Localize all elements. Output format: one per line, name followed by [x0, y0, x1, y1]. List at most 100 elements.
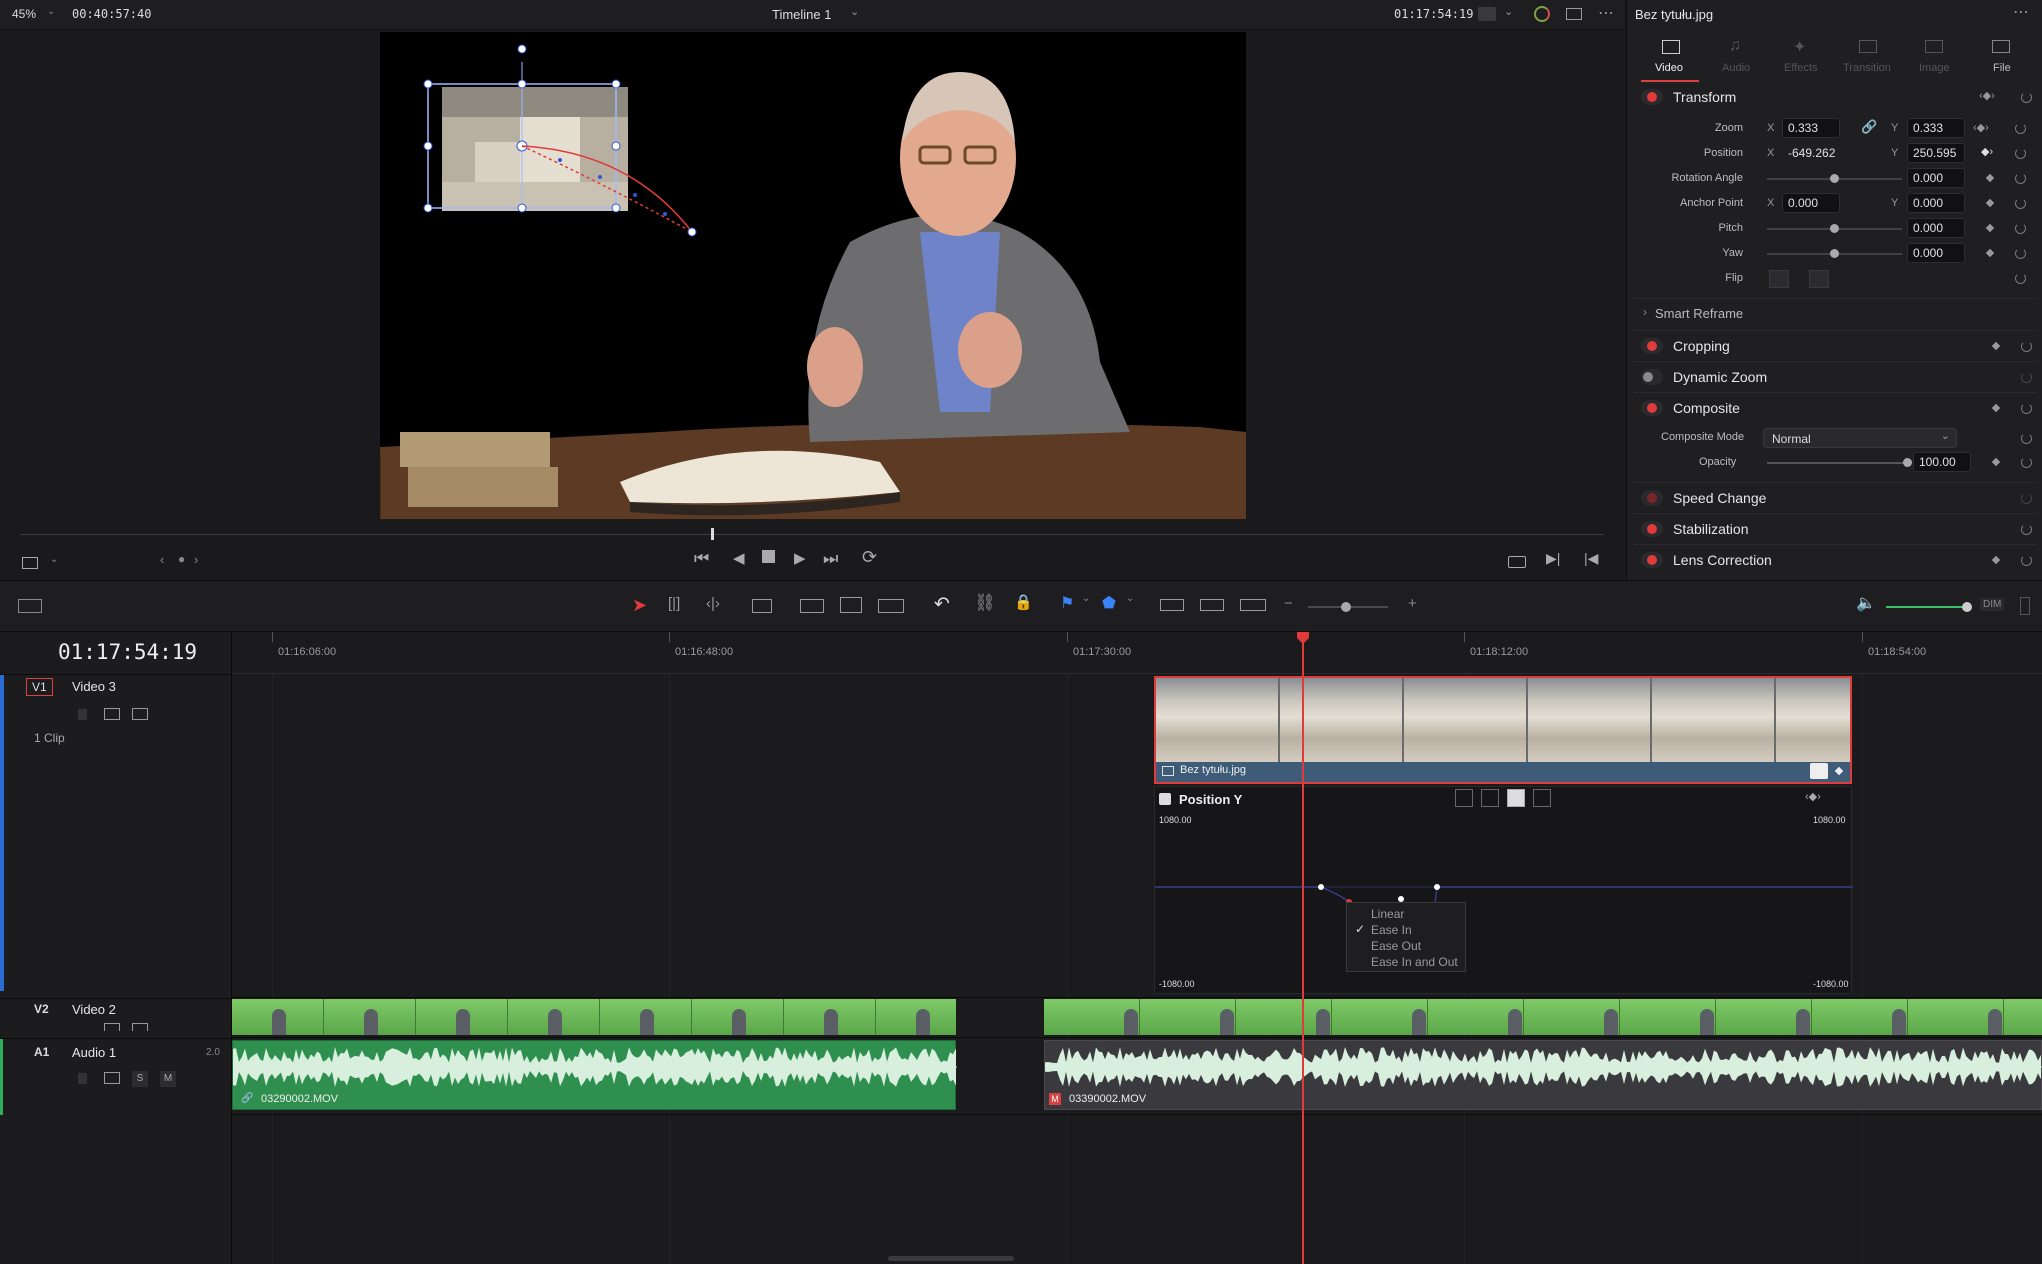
tab-audio[interactable]: ♫ Audio [1707, 36, 1765, 82]
reset-icon[interactable] [2015, 148, 2026, 159]
reset-icon[interactable] [2015, 123, 2026, 134]
match-frame-icon[interactable] [1508, 556, 1526, 568]
menu-item-ease-out[interactable]: Ease Out [1371, 939, 1421, 953]
viewer-playhead[interactable] [711, 528, 714, 540]
menu-item-ease-in-and-out[interactable]: Ease In and Out [1371, 955, 1458, 969]
slider-knob[interactable] [1830, 174, 1839, 183]
next-edit-icon[interactable]: ▶| [1546, 550, 1560, 567]
chevron-down-icon[interactable]: ⌄ [850, 5, 859, 18]
zoom-out-icon[interactable]: − [1284, 595, 1293, 612]
dual-viewer-icon[interactable] [1566, 8, 1582, 20]
video-preview[interactable] [380, 32, 1246, 519]
reset-icon[interactable] [2021, 341, 2032, 352]
zoom-in-icon[interactable]: + [1408, 595, 1417, 612]
track-header-video-3[interactable]: V1 Video 3 1 Clip [0, 674, 232, 1030]
reset-icon[interactable] [2021, 524, 2032, 535]
position-x-field[interactable]: -649.262 [1782, 143, 1840, 163]
slider-knob[interactable] [1341, 602, 1351, 612]
keyframe-diamond-icon[interactable] [1985, 198, 1995, 208]
reset-icon[interactable] [2021, 92, 2032, 103]
blade-tool-icon[interactable] [752, 599, 772, 613]
opacity-slider[interactable] [1767, 462, 1907, 464]
composite-mode-select[interactable]: Normal ⌄ [1763, 428, 1957, 448]
trim-tool-icon[interactable]: [|] [668, 595, 680, 612]
slider-knob[interactable] [1903, 458, 1912, 467]
link-icon[interactable]: 🔗 [1861, 119, 1877, 135]
slider-knob[interactable] [1830, 249, 1839, 258]
chevron-down-icon[interactable]: ⌄ [1504, 5, 1513, 18]
zoom-custom-icon[interactable] [1240, 599, 1266, 611]
reset-icon[interactable] [2015, 248, 2026, 259]
track-tag[interactable]: A1 [34, 1045, 49, 1059]
timeline-ruler[interactable]: 01:16:06:00 01:16:48:00 01:17:30:00 01:1… [232, 632, 2042, 674]
tab-file[interactable]: File [1971, 36, 2029, 82]
color-sync-icon[interactable] [1534, 6, 1550, 22]
chevron-down-icon[interactable]: ⌄ [50, 554, 58, 565]
timeline-area[interactable]: 01:16:06:00 01:16:48:00 01:17:30:00 01:1… [232, 632, 2042, 1264]
slider-knob[interactable] [1962, 602, 1972, 612]
zoom-detail-icon[interactable] [1200, 599, 1224, 611]
video-clip[interactable] [232, 999, 956, 1035]
smart-reframe-section[interactable]: › Smart Reframe [1633, 298, 2037, 328]
chevron-down-icon[interactable]: ⌄ [47, 6, 55, 17]
position-y-field[interactable]: 250.595 [1907, 143, 1965, 163]
viewer-scrub-bar[interactable] [20, 534, 1604, 535]
selection-tool-icon[interactable]: ➤ [632, 595, 647, 616]
more-options-icon[interactable]: ⋯ [1598, 3, 1614, 23]
more-options-icon[interactable]: ⋯ [2013, 2, 2029, 22]
chevron-down-icon[interactable]: ⌄ [1126, 593, 1134, 604]
reset-icon[interactable] [2021, 555, 2032, 566]
reset-icon[interactable] [2015, 173, 2026, 184]
opacity-field[interactable]: 100.00 [1913, 452, 1971, 472]
keyframe-toggle-icon[interactable] [1834, 766, 1844, 776]
lens-correction-section[interactable]: Lens Correction [1633, 544, 2037, 574]
video-clip[interactable] [1044, 999, 2042, 1035]
overwrite-clip-icon[interactable] [840, 597, 862, 613]
auto-track-select-icon[interactable] [104, 1023, 120, 1031]
disable-video-track-icon[interactable] [132, 1023, 148, 1031]
prev-edit-icon[interactable]: |◀ [1584, 550, 1598, 567]
tab-video[interactable]: Video [1641, 36, 1699, 82]
tab-effects[interactable]: ✦ Effects [1771, 36, 1829, 82]
dynamic-zoom-section[interactable]: Dynamic Zoom [1633, 361, 2037, 391]
speed-change-section[interactable]: Speed Change [1633, 482, 2037, 512]
anchor-x-field[interactable]: 0.000 [1782, 193, 1840, 213]
play-reverse-icon[interactable]: ◀ [733, 549, 745, 567]
loop-icon[interactable]: ⟳ [862, 547, 877, 568]
chevron-down-icon[interactable]: ⌄ [1082, 593, 1090, 604]
curve-graph[interactable] [1155, 787, 1853, 995]
pitch-field[interactable]: 0.000 [1907, 218, 1965, 238]
position-lock-icon[interactable]: 🔒 [1014, 593, 1033, 611]
menu-item-linear[interactable]: Linear [1371, 907, 1404, 921]
keyframe-diamond-icon[interactable]: ◆› [1981, 145, 1993, 158]
track-header-audio-1[interactable]: A1 Audio 1 2.0 S M [0, 1038, 232, 1115]
track-name[interactable]: Video 3 [72, 679, 116, 694]
go-to-start-icon[interactable]: ⏮ [694, 549, 709, 569]
snapping-icon[interactable]: ↶ [934, 593, 950, 616]
keyframe-diamond-icon[interactable] [1991, 555, 2001, 565]
chevron-right-icon[interactable]: › [1643, 305, 1647, 319]
cropping-section[interactable]: Cropping [1633, 330, 2037, 360]
speaker-icon[interactable]: 🔈 [1856, 593, 1876, 613]
image-clip[interactable]: Bez tytułu.jpg [1154, 676, 1852, 784]
reset-icon[interactable] [2015, 198, 2026, 209]
transform-overlay-icon[interactable] [22, 557, 38, 569]
zoom-x-field[interactable]: 0.333 [1782, 118, 1840, 138]
dynamic-trim-icon[interactable]: ‹|› [706, 595, 720, 612]
lock-track-icon[interactable] [78, 1073, 87, 1084]
mute-button[interactable]: M [160, 1071, 176, 1087]
audio-meter-icon[interactable] [2020, 597, 2030, 615]
timeline-scrollbar[interactable] [888, 1256, 1014, 1261]
track-destination-tag[interactable]: V1 [26, 678, 53, 696]
keyframe-diamond-icon[interactable] [1991, 403, 2001, 413]
stop-icon[interactable] [762, 550, 775, 563]
output-monitor-icon[interactable] [1478, 7, 1496, 21]
reset-icon[interactable] [2021, 403, 2032, 414]
flag-icon[interactable]: ⚑ [1060, 593, 1074, 613]
next-clip-icon[interactable]: › [194, 552, 198, 567]
marker-icon[interactable]: ⬟ [1102, 593, 1116, 613]
replace-clip-icon[interactable] [878, 599, 904, 613]
slider-knob[interactable] [1830, 224, 1839, 233]
audio-clip[interactable]: 🔗 03290002.MOV [232, 1040, 957, 1110]
keyframe-nav-icon[interactable]: ‹◆› [1973, 121, 1989, 134]
